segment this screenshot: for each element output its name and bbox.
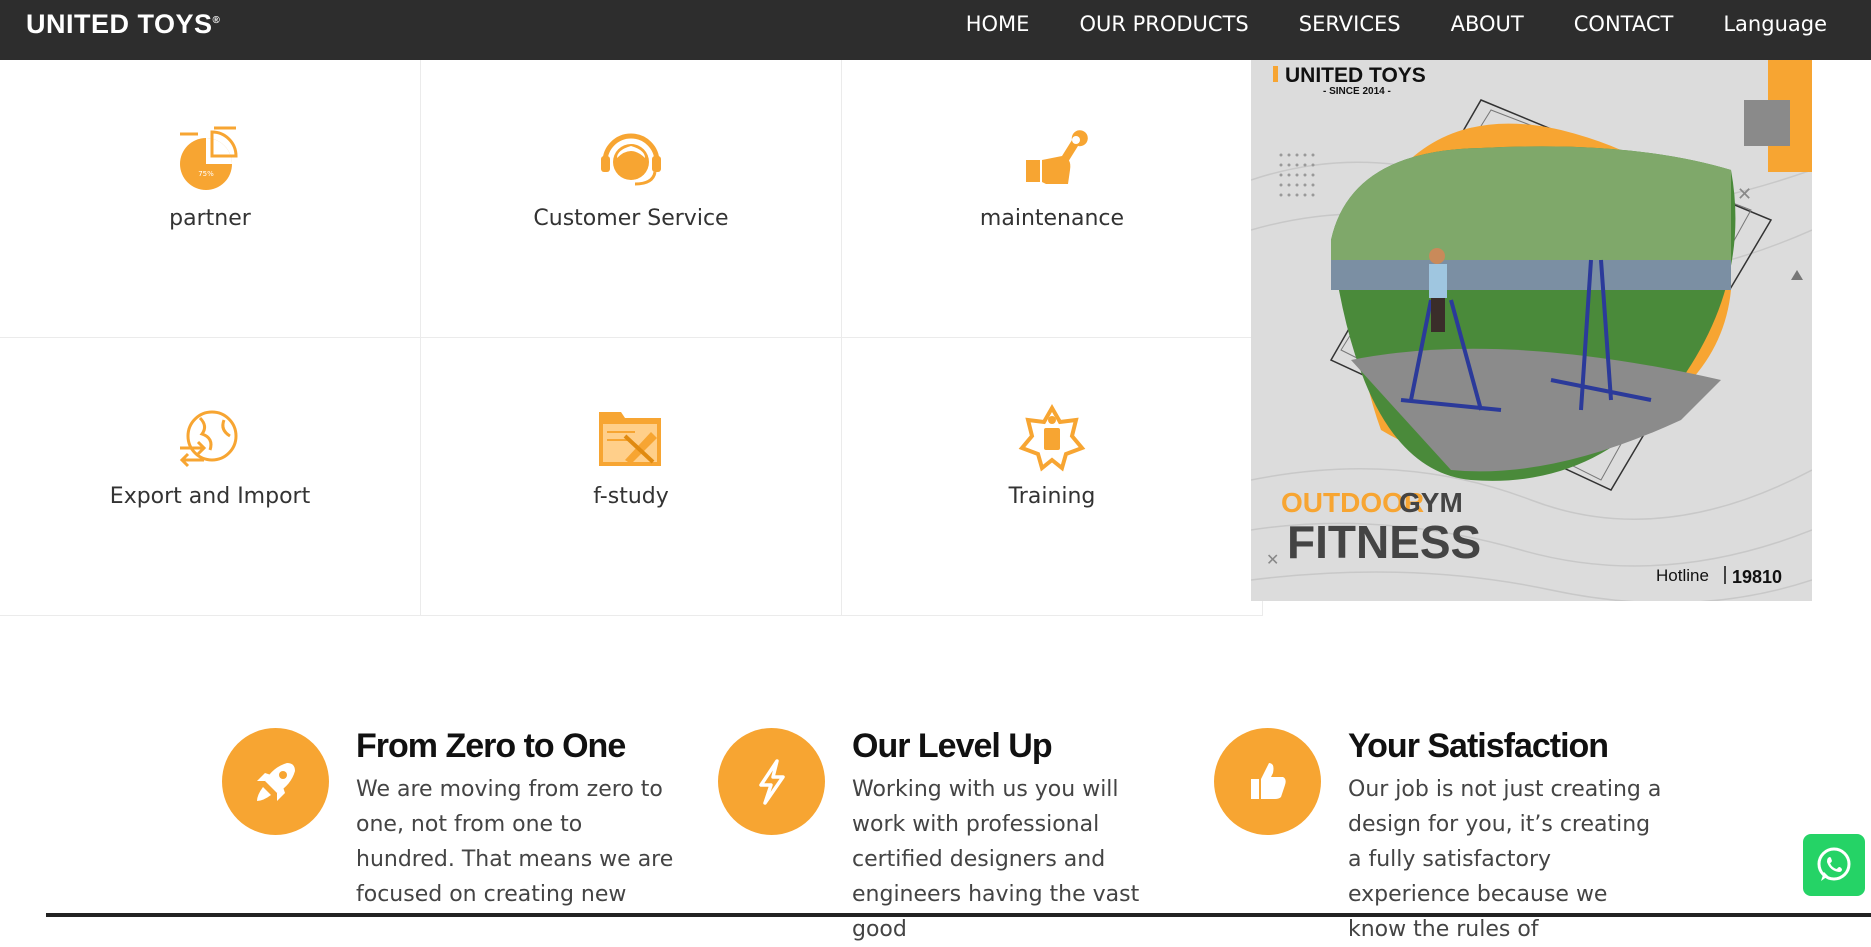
- service-f-study[interactable]: f-study: [421, 338, 842, 616]
- service-label: Export and Import: [109, 484, 311, 509]
- lightning-icon: [718, 728, 825, 835]
- service-maintenance[interactable]: maintenance: [842, 60, 1263, 338]
- thumbs-up-icon: [1214, 728, 1321, 835]
- service-label: f-study: [593, 484, 669, 509]
- nav-home[interactable]: HOME: [966, 12, 1030, 36]
- svg-text:✕: ✕: [1737, 184, 1752, 205]
- rocket-icon: [222, 728, 329, 835]
- nav-language[interactable]: Language: [1723, 12, 1827, 36]
- svg-text:75%: 75%: [198, 170, 214, 178]
- nav-contact[interactable]: CONTACT: [1574, 12, 1674, 36]
- feature-body: Working with us you will work with profe…: [852, 777, 1140, 942]
- feature-zero-to-one: From Zero to One We are moving from zero…: [222, 728, 676, 912]
- service-label: Training: [1008, 484, 1096, 509]
- top-navbar: UNITED TOYS® HOME OUR PRODUCTS SERVICES …: [0, 0, 1871, 60]
- promo-banner-graphic: UNITED TOYS - SINCE 2014 - OUTDOOR GYM F…: [1251, 60, 1812, 601]
- svg-text:GYM: GYM: [1399, 487, 1463, 518]
- horizontal-scrollbar[interactable]: [46, 913, 1871, 917]
- feature-title: From Zero to One: [356, 727, 626, 765]
- feature-body: Our job is not just creating a design fo…: [1348, 777, 1662, 942]
- service-customer-service[interactable]: Customer Service: [421, 60, 842, 338]
- feature-title: Your Satisfaction: [1348, 727, 1609, 765]
- nav-about[interactable]: ABOUT: [1451, 12, 1524, 36]
- service-label: Customer Service: [533, 206, 729, 231]
- service-training[interactable]: Training: [842, 338, 1263, 616]
- svg-text:Hotline: Hotline: [1656, 566, 1709, 585]
- whatsapp-icon: [1817, 847, 1851, 881]
- training-star-icon: [1018, 403, 1086, 472]
- svg-text:✕: ✕: [1266, 550, 1279, 569]
- service-export-import[interactable]: Export and Import: [0, 338, 421, 616]
- nav-our-products[interactable]: OUR PRODUCTS: [1079, 12, 1248, 36]
- svg-text:- SINCE 2014 -: - SINCE 2014 -: [1323, 86, 1391, 97]
- folder-ruler-icon: [599, 412, 661, 466]
- main-nav: HOME OUR PRODUCTS SERVICES ABOUT CONTACT…: [916, 0, 1827, 48]
- svg-text:UNITED TOYS: UNITED TOYS: [1285, 64, 1426, 87]
- service-label: maintenance: [979, 206, 1125, 231]
- svg-text:FITNESS: FITNESS: [1287, 516, 1481, 568]
- service-label: partner: [169, 206, 251, 231]
- globe-arrows-icon: [179, 410, 238, 468]
- services-grid: 75% partner Customer Service maintenance: [0, 60, 1263, 616]
- service-partner[interactable]: 75% partner: [0, 60, 421, 338]
- feature-body: We are moving from zero to one, not from…: [356, 777, 674, 907]
- nav-services[interactable]: SERVICES: [1299, 12, 1401, 36]
- promo-banner-image: UNITED TOYS - SINCE 2014 - OUTDOOR GYM F…: [1251, 60, 1812, 601]
- wrench-hand-icon: [1026, 130, 1088, 184]
- pie-chart-icon: 75%: [180, 126, 238, 190]
- feature-title: Our Level Up: [852, 727, 1053, 765]
- logo[interactable]: UNITED TOYS®: [26, 9, 220, 40]
- headset-icon: [601, 133, 661, 186]
- whatsapp-button[interactable]: [1803, 834, 1865, 896]
- svg-text:19810: 19810: [1732, 567, 1782, 587]
